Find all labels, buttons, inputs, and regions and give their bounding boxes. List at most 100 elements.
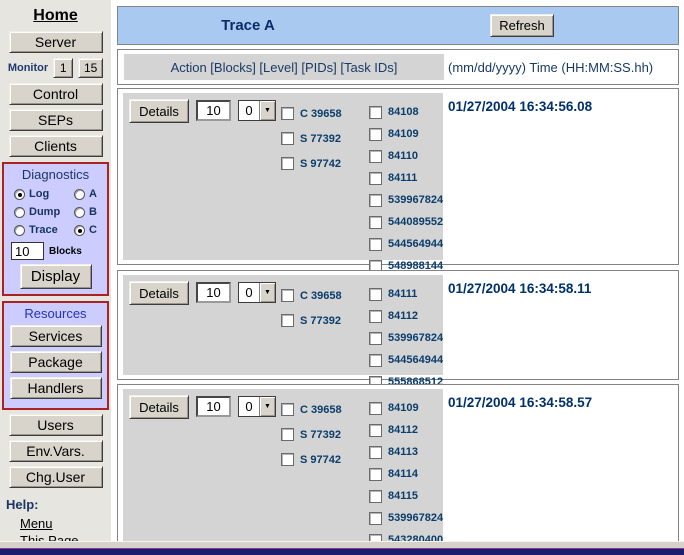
monitor-1-button[interactable]: 1 bbox=[53, 58, 73, 78]
radio-dump[interactable]: Dump bbox=[14, 206, 60, 218]
radio-icon[interactable] bbox=[14, 207, 25, 218]
row-blocks-input[interactable] bbox=[196, 100, 231, 121]
checkbox[interactable] bbox=[281, 403, 294, 416]
radio-c[interactable]: C bbox=[74, 224, 97, 236]
pid-checkbox-column: C 39658 S 77392 S 97742 bbox=[281, 101, 342, 176]
package-button[interactable]: Package bbox=[10, 351, 102, 373]
checkbox-label: C 39658 bbox=[300, 108, 342, 120]
checkbox[interactable] bbox=[369, 402, 382, 415]
help-link-menu[interactable]: Menu bbox=[20, 516, 111, 531]
display-button[interactable]: Display bbox=[20, 264, 92, 289]
trace-row-controls: Details 0 ▼ C 39658S 77392 8411184112539… bbox=[123, 275, 443, 375]
clients-button[interactable]: Clients bbox=[9, 135, 103, 157]
checkbox[interactable] bbox=[369, 424, 382, 437]
chg-user-button[interactable]: Chg.User bbox=[9, 466, 103, 488]
trace-row: Details 0 ▼ C 39658S 77392S 97742 841098… bbox=[117, 384, 679, 548]
checkbox-label: 84110 bbox=[388, 150, 418, 162]
checkbox-label: 539967824 bbox=[388, 512, 443, 524]
checkbox[interactable] bbox=[281, 107, 294, 120]
control-button[interactable]: Control bbox=[9, 83, 103, 105]
services-button[interactable]: Services bbox=[10, 325, 102, 347]
trace-row-controls: Details 0 ▼ C 39658S 77392S 97742 841098… bbox=[123, 389, 443, 543]
level-select[interactable]: 0 ▼ bbox=[238, 396, 276, 417]
checkbox[interactable] bbox=[281, 289, 294, 302]
checkbox-item: 539967824 bbox=[369, 507, 443, 529]
trace-row-controls: Details 0 ▼ C 39658S 77392S 97742 841088… bbox=[123, 93, 443, 260]
env-vars-button[interactable]: Env.Vars. bbox=[9, 440, 103, 462]
radio-trace[interactable]: Trace bbox=[14, 224, 58, 236]
checkbox[interactable] bbox=[281, 132, 294, 145]
blocks-input[interactable] bbox=[11, 242, 44, 260]
radio-label: Dump bbox=[29, 206, 60, 218]
level-select[interactable]: 0 ▼ bbox=[238, 100, 276, 121]
checkbox[interactable] bbox=[369, 172, 382, 185]
task-id-checkbox-column: 8411184112539967824544564944555868512 bbox=[369, 283, 443, 393]
pid-checkbox-column: C 39658S 77392 bbox=[281, 283, 342, 333]
checkbox[interactable] bbox=[281, 453, 294, 466]
seps-button[interactable]: SEPs bbox=[9, 109, 103, 131]
radio-log[interactable]: Log bbox=[14, 188, 49, 200]
radio-a[interactable]: A bbox=[74, 188, 97, 200]
chevron-down-icon[interactable]: ▼ bbox=[259, 101, 275, 120]
bottom-gray-strip bbox=[0, 541, 684, 548]
chevron-down-icon[interactable]: ▼ bbox=[259, 283, 275, 302]
details-button[interactable]: Details bbox=[129, 99, 189, 123]
checkbox-item: C 39658 bbox=[281, 283, 342, 308]
checkbox-item: 539967824 bbox=[369, 189, 443, 211]
checkbox-item: 84109 bbox=[369, 123, 443, 145]
action-column-header: Action [Blocks] [Level] [PIDs] [Task IDs… bbox=[124, 54, 444, 80]
details-button[interactable]: Details bbox=[129, 395, 189, 419]
checkbox[interactable] bbox=[369, 238, 382, 251]
server-button[interactable]: Server bbox=[9, 31, 103, 53]
checkbox[interactable] bbox=[369, 288, 382, 301]
checkbox[interactable] bbox=[369, 150, 382, 163]
users-button[interactable]: Users bbox=[9, 414, 103, 436]
checkbox[interactable] bbox=[369, 332, 382, 345]
chevron-down-icon[interactable]: ▼ bbox=[259, 397, 275, 416]
radio-icon[interactable] bbox=[74, 189, 85, 200]
home-link[interactable]: Home bbox=[0, 7, 111, 25]
checkbox-item: 84112 bbox=[369, 419, 443, 441]
checkbox[interactable] bbox=[369, 512, 382, 525]
radio-icon[interactable] bbox=[14, 225, 25, 236]
checkbox[interactable] bbox=[281, 314, 294, 327]
checkbox[interactable] bbox=[281, 428, 294, 441]
level-select-value: 0 bbox=[239, 397, 259, 416]
checkbox[interactable] bbox=[281, 157, 294, 170]
details-button[interactable]: Details bbox=[129, 281, 189, 305]
monitor-15-button[interactable]: 15 bbox=[78, 58, 103, 78]
checkbox-label: 544089552 bbox=[388, 216, 443, 228]
checkbox-item: 544089552 bbox=[369, 211, 443, 233]
radio-b[interactable]: B bbox=[74, 206, 97, 218]
checkbox-label: S 77392 bbox=[300, 133, 341, 145]
radio-icon[interactable] bbox=[74, 225, 85, 236]
row-blocks-input[interactable] bbox=[196, 282, 231, 303]
level-select[interactable]: 0 ▼ bbox=[238, 282, 276, 303]
task-id-checkbox-column: 8410884109841108411153996782454408955254… bbox=[369, 101, 443, 277]
checkbox[interactable] bbox=[369, 106, 382, 119]
diagnostics-panel: Diagnostics Log A Dump B Trace C Blocks … bbox=[2, 162, 109, 296]
checkbox[interactable] bbox=[369, 446, 382, 459]
checkbox-label: 84115 bbox=[388, 490, 418, 502]
radio-icon[interactable] bbox=[14, 189, 25, 200]
trace-row: Details 0 ▼ C 39658S 77392S 97742 841088… bbox=[117, 88, 679, 265]
checkbox-item: S 97742 bbox=[281, 447, 342, 472]
checkbox-label: S 97742 bbox=[300, 454, 341, 466]
checkbox-item: 84112 bbox=[369, 305, 443, 327]
checkbox[interactable] bbox=[369, 354, 382, 367]
checkbox[interactable] bbox=[369, 216, 382, 229]
row-blocks-input[interactable] bbox=[196, 396, 231, 417]
checkbox-item: S 97742 bbox=[281, 151, 342, 176]
checkbox[interactable] bbox=[369, 194, 382, 207]
radio-icon[interactable] bbox=[74, 207, 85, 218]
checkbox[interactable] bbox=[369, 468, 382, 481]
checkbox[interactable] bbox=[369, 310, 382, 323]
app-window: Home Server Monitor 1 15 Control SEPs Cl… bbox=[0, 0, 684, 555]
checkbox[interactable] bbox=[369, 490, 382, 503]
handlers-button[interactable]: Handlers bbox=[10, 377, 102, 399]
refresh-button[interactable]: Refresh bbox=[490, 14, 554, 37]
checkbox-label: C 39658 bbox=[300, 404, 342, 416]
task-id-checkbox-column: 8410984112841138411484115539967824543280… bbox=[369, 397, 443, 555]
row-timestamp: 01/27/2004 16:34:56.08 bbox=[448, 99, 592, 114]
checkbox[interactable] bbox=[369, 128, 382, 141]
